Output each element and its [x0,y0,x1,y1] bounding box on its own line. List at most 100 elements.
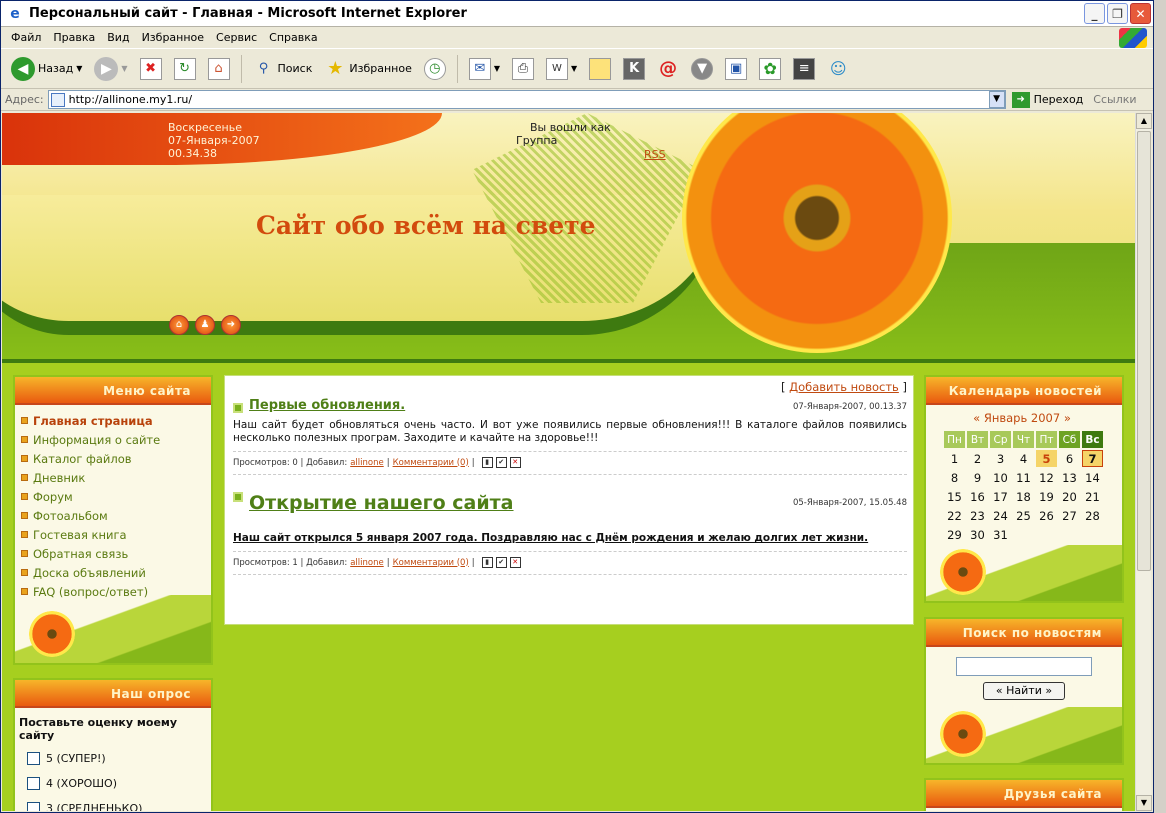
login-nav-icon[interactable]: ➜ [221,315,241,335]
menu-item-home[interactable]: Главная страница [21,411,211,430]
news-author-link[interactable]: allinone [350,558,384,568]
menu-favorites[interactable]: Избранное [136,31,210,44]
go-button[interactable]: ➜ Переход [1011,91,1083,108]
weekday-header: Вс [1082,431,1103,448]
poll-option[interactable]: 3 (СРЕДНЕНЬКО) [15,796,211,811]
news-comments-link[interactable]: Комментарии (0) [393,558,469,568]
notes-button[interactable] [585,56,615,82]
calendar-block: Календарь новостей « Январь 2007 » Пн Вт… [924,375,1124,603]
flower-decoration [940,711,986,757]
address-input[interactable]: http://allinone.my1.ru/ ▼ [47,90,1006,109]
poll-question: Поставьте оценку моему сайту [19,716,178,742]
menu-view[interactable]: Вид [101,31,135,44]
back-dropdown-icon[interactable]: ▼ [76,64,82,73]
menu-item-guestbook[interactable]: Гостевая книга [21,525,211,544]
calendar-month-nav[interactable]: « Январь 2007 » [942,411,1102,425]
site-name: Сайт обо всём на свете [256,211,596,240]
toolbar-separator [240,54,242,83]
approve-icon[interactable]: ✔ [495,557,507,568]
bracket: ] [902,380,908,394]
refresh-icon: ↻ [173,57,196,80]
archive-button[interactable]: ≡ [789,56,819,82]
mail-button[interactable]: ✉ ▼ [465,56,504,82]
news-comments-link[interactable]: Комментарии (0) [393,458,469,468]
menu-item-label: Главная страница [33,413,153,428]
stats-icon[interactable]: ▮ [481,557,493,568]
news-search-input[interactable] [956,657,1092,676]
forward-dropdown-icon[interactable]: ▼ [121,64,127,73]
maximize-button[interactable]: ❐ [1107,3,1128,24]
calendar-day: 20 [1062,489,1077,504]
news-author-link[interactable]: allinone [350,458,384,468]
favorites-label: Избранное [349,62,412,75]
minimize-button[interactable]: _ [1084,3,1105,24]
bullet-icon [21,493,28,500]
scroll-thumb[interactable] [1137,131,1151,571]
calendar-day-with-news[interactable]: 5 [1036,450,1057,467]
poll-checkbox[interactable] [27,777,40,790]
register-nav-icon[interactable]: ♟ [195,315,215,335]
menu-item-feedback[interactable]: Обратная связь [21,544,211,563]
address-dropdown-icon[interactable]: ▼ [988,91,1005,108]
media-button[interactable]: ▣ [721,56,751,82]
vertical-scrollbar[interactable]: ▲ ▼ [1135,113,1152,811]
menu-item-board[interactable]: Доска объявлений [21,563,211,582]
k-button[interactable]: K [619,56,649,82]
at-button[interactable]: @ [653,56,683,82]
menu-edit[interactable]: Правка [47,31,101,44]
rss-link[interactable]: RSS [644,148,666,161]
news-search-title: Поиск по новостям [926,619,1122,647]
calendar-day: 23 [970,508,985,523]
page-icon [50,92,65,107]
menu-tools[interactable]: Сервис [210,31,263,44]
calendar-table: Пн Вт Ср Чт Пт Сб Вс 1 2 3 4 5 6 7 8 9 1… [942,429,1105,545]
news-title[interactable]: Открытие нашего сайта [249,492,514,514]
bullet-icon [21,550,28,557]
shield-button[interactable]: ▼ [687,56,717,82]
add-news-link[interactable]: Добавить новость [789,380,899,394]
edit-button[interactable]: W ▼ [542,56,581,82]
scroll-up-icon[interactable]: ▲ [1136,113,1152,129]
news-item: Открытие нашего сайта 05-Января-2007, 15… [233,492,907,575]
history-button[interactable]: ◷ [420,56,450,82]
favorites-button[interactable]: ★ Избранное [320,56,415,82]
poll-checkbox[interactable] [27,752,40,765]
stop-button[interactable]: ✖ [136,56,166,82]
icq-button[interactable]: ✿ [755,56,785,82]
menu-file[interactable]: Файл [5,31,47,44]
stats-icon[interactable]: ▮ [481,457,493,468]
news-title[interactable]: Первые обновления. [249,398,405,413]
search-icon: ⚲ [258,61,269,76]
approve-icon[interactable]: ✔ [495,457,507,468]
news-search-button[interactable]: « Найти » [983,682,1065,700]
icq-flower-icon: ✿ [759,57,782,80]
forward-button[interactable]: ▶ ▼ [90,55,131,83]
poll-option[interactable]: 5 (СУПЕР!) [15,746,211,771]
delete-icon[interactable]: ✕ [509,557,521,568]
calendar: « Январь 2007 » Пн Вт Ср Чт Пт Сб Вс 1 2 [926,405,1122,545]
menu-item-files[interactable]: Каталог файлов [21,449,211,468]
print-button[interactable]: ⎙ [508,56,538,82]
menu-item-forum[interactable]: Форум [21,487,211,506]
calendar-day-today[interactable]: 7 [1082,450,1103,467]
calendar-day [1013,526,1034,543]
messenger-button[interactable]: ☺ [823,56,853,82]
links-label[interactable]: Ссылки [1093,93,1136,106]
calendar-title: Календарь новостей [926,377,1122,405]
poll-option[interactable]: 4 (ХОРОШО) [15,771,211,796]
home-button[interactable]: ⌂ [204,56,234,82]
menu-item-diary[interactable]: Дневник [21,468,211,487]
menu-help[interactable]: Справка [263,31,323,44]
delete-icon[interactable]: ✕ [509,457,521,468]
close-button[interactable]: ✕ [1130,3,1151,24]
menu-item-label: Информация о сайте [33,432,161,447]
menu-item-about[interactable]: Информация о сайте [21,430,211,449]
scroll-down-icon[interactable]: ▼ [1136,795,1152,811]
home-nav-icon[interactable]: ⌂ [169,315,189,335]
menu-item-photos[interactable]: Фотоальбом [21,506,211,525]
search-button[interactable]: ⚲ Поиск [249,56,317,82]
page-viewport: Воскресенье 07-Января-2007 00.34.38 Вы в… [2,113,1135,811]
refresh-button[interactable]: ↻ [170,56,200,82]
back-button[interactable]: ◀ Назад ▼ [7,55,86,83]
poll-checkbox[interactable] [27,802,40,811]
